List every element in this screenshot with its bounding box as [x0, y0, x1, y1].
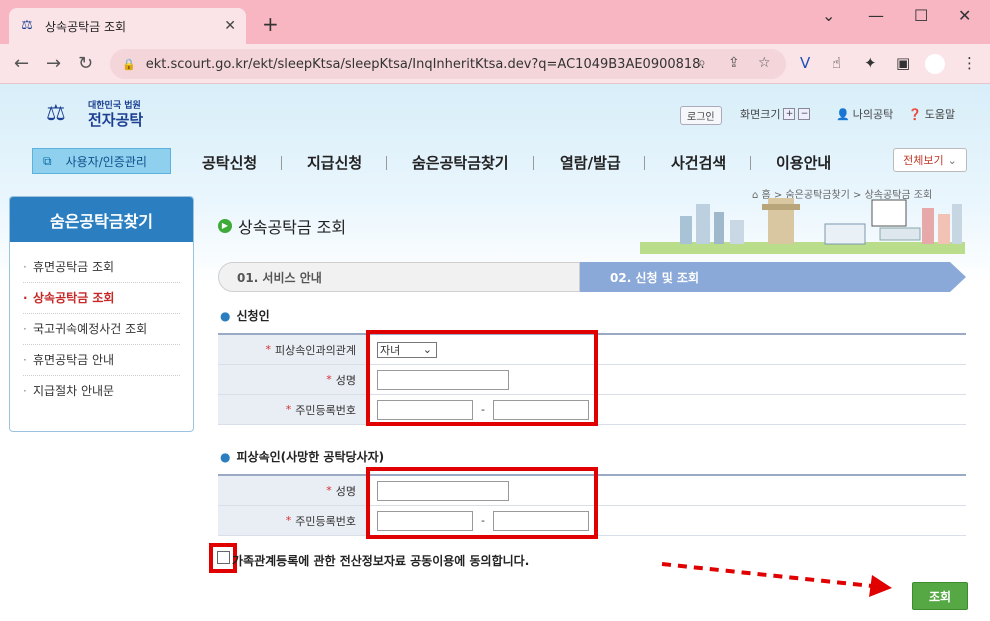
relation-label-text: 피상속인과의관계 [275, 343, 356, 357]
url-text[interactable]: ekt.scourt.go.kr/ekt/sleepKtsa/sleepKtsa… [146, 57, 706, 72]
lock-icon[interactable]: 🔒 [122, 58, 136, 71]
agreement-text: 가족관계등록에 관한 전산정보자료 공동이용에 동의합니다. [232, 554, 530, 568]
site-logo[interactable]: ⚖ 대한민국 법원 전자공탁 [46, 98, 143, 130]
court-logo-icon: ⚖ [46, 101, 66, 126]
menu-separator [644, 156, 645, 170]
annotation-highlight-box [366, 330, 598, 426]
step-apply-inquiry: 02. 신청 및 조회 [580, 262, 950, 292]
applicant-rrn-label: * 주민등록번호 [218, 395, 366, 424]
annotation-arrow-icon [661, 562, 892, 597]
applicant-name-label-text: 성명 [335, 373, 356, 387]
more-menu-icon[interactable]: ⋮ [962, 54, 977, 72]
sidebar-title: 숨은공탁금찾기 [10, 197, 193, 242]
close-window-icon[interactable]: ✕ [958, 6, 971, 25]
section-bullet-icon: ● [220, 309, 231, 323]
deceased-section-title: ● 피상속인(사망한 공탁당사자) [220, 448, 384, 465]
menu-usage-guide[interactable]: 이용안내 [776, 152, 831, 173]
all-view-button[interactable]: 전체보기 ⌄ [893, 148, 967, 172]
my-deposit-link[interactable]: 👤 나의공탁 [836, 106, 893, 122]
bookmark-star-icon[interactable]: ☆ [758, 55, 771, 71]
back-icon[interactable]: ← [14, 53, 29, 74]
minimize-icon[interactable]: — [868, 6, 884, 25]
deceased-name-label: * 성명 [218, 476, 366, 505]
address-bar-row: ← → ↻ 🔒 ekt.scourt.go.kr/ekt/sleepKtsa/s… [0, 44, 990, 84]
close-tab-icon[interactable]: ✕ [224, 18, 236, 34]
deceased-section-label: 피상속인(사망한 공탁당사자) [236, 450, 385, 464]
page-title: ▶ 상속공탁금 조회 [218, 214, 346, 238]
tab-title: 상속공탁금 조회 [45, 19, 127, 34]
sidebar: 숨은공탁금찾기 휴면공탁금 조회 상속공탁금 조회 국고귀속예정사건 조회 휴면… [9, 196, 194, 432]
menu-separator [750, 156, 751, 170]
agreement-checkbox[interactable] [217, 551, 230, 564]
menu-hidden-deposit[interactable]: 숨은공탁금찾기 [412, 152, 509, 173]
url-bar[interactable]: 🔒 ekt.scourt.go.kr/ekt/sleepKtsa/sleepKt… [110, 49, 786, 79]
menu-deposit-apply[interactable]: 공탁신청 [202, 152, 257, 173]
extensions-puzzle-icon[interactable]: ✦ [864, 54, 877, 72]
extension-cursor-icon[interactable]: ☝ [832, 54, 841, 72]
help-link[interactable]: ❓ 도움말 [908, 106, 955, 122]
step-indicator: 01. 서비스 안내 02. 신청 및 조회 [218, 262, 966, 292]
chevron-down-icon[interactable]: ⌄ [822, 6, 835, 25]
zoom-in-button[interactable]: + [783, 108, 796, 120]
user-cert-mgmt-button[interactable]: ⧉ 사용자/인증관리 [32, 148, 171, 174]
annotation-highlight-box [366, 467, 598, 539]
query-button[interactable]: 조회 [912, 582, 968, 610]
web-page: ⚖ 대한민국 법원 전자공탁 로그인 화면크기 + − 👤 나의공탁 ❓ 도움말… [0, 84, 990, 621]
step-service-guide: 01. 서비스 안내 [218, 262, 580, 292]
sidebar-item-dormant-inquiry[interactable]: 휴면공탁금 조회 [23, 252, 180, 283]
user-lock-icon: ⧉ [43, 153, 52, 168]
applicant-name-label: * 성명 [218, 365, 366, 394]
profile-avatar[interactable] [925, 54, 945, 74]
zoom-out-button[interactable]: − [798, 108, 811, 120]
all-view-label: 전체보기 [903, 154, 944, 167]
section-bullet-icon: ● [220, 450, 231, 464]
new-tab-icon[interactable]: + [262, 12, 279, 36]
user-icon: 👤 [836, 107, 850, 121]
sidebar-item-dormant-guide[interactable]: 휴면공탁금 안내 [23, 345, 180, 376]
city-illustration [640, 198, 965, 254]
share-icon[interactable]: ⇪ [728, 55, 740, 71]
step-arrow [950, 262, 966, 292]
help-label: 도움말 [924, 108, 956, 121]
maximize-icon[interactable]: ☐ [914, 6, 928, 25]
reload-icon[interactable]: ↻ [78, 53, 93, 74]
sidebar-item-inheritance-inquiry[interactable]: 상속공탁금 조회 [23, 283, 180, 314]
sidebar-toggle-icon[interactable]: ▣ [896, 54, 910, 72]
deceased-name-label-text: 성명 [335, 484, 356, 498]
extension-v-icon[interactable]: V [800, 54, 810, 72]
browser-tab-bar: ⚖ 상속공탁금 조회 ✕ + ⌄ — ☐ ✕ [0, 0, 990, 44]
forward-icon[interactable]: → [46, 53, 61, 74]
my-deposit-label: 나의공탁 [852, 108, 894, 121]
zoom-search-icon[interactable]: ⌕ [698, 55, 706, 71]
applicant-section-label: 신청인 [236, 309, 270, 323]
menu-separator [533, 156, 534, 170]
sidebar-item-payment-guide[interactable]: 지급절차 안내문 [23, 376, 180, 407]
browser-tab[interactable]: ⚖ 상속공탁금 조회 ✕ [9, 8, 246, 44]
user-cert-mgmt-label: 사용자/인증관리 [65, 154, 147, 169]
logo-main: 전자공탁 [88, 111, 144, 129]
help-icon: ❓ [908, 107, 922, 121]
applicant-rrn-label-text: 주민등록번호 [295, 403, 356, 417]
login-button[interactable]: 로그인 [680, 106, 722, 125]
deceased-rrn-label: * 주민등록번호 [218, 506, 366, 535]
menu-payment-apply[interactable]: 지급신청 [307, 152, 362, 173]
zoom-label: 화면크기 [740, 108, 781, 121]
chevron-down-icon: ⌄ [947, 153, 957, 167]
page-title-text: 상속공탁금 조회 [238, 218, 347, 237]
court-favicon-icon: ⚖ [21, 18, 33, 33]
applicant-section-title: ● 신청인 [220, 307, 270, 324]
deceased-rrn-label-text: 주민등록번호 [295, 514, 356, 528]
relation-label: * 피상속인과의관계 [218, 335, 366, 364]
sidebar-item-state-reversion[interactable]: 국고귀속예정사건 조회 [23, 314, 180, 345]
zoom-control: 화면크기 + − [740, 106, 811, 122]
menu-separator [281, 156, 282, 170]
menu-view-issue[interactable]: 열람/발급 [560, 152, 621, 173]
menu-separator [386, 156, 387, 170]
menu-case-search[interactable]: 사건검색 [671, 152, 726, 173]
title-bullet-icon: ▶ [218, 219, 232, 233]
main-menu-bar: ⧉ 사용자/인증관리 공탁신청 지급신청 숨은공탁금찾기 열람/발급 사건검색 … [0, 148, 990, 182]
